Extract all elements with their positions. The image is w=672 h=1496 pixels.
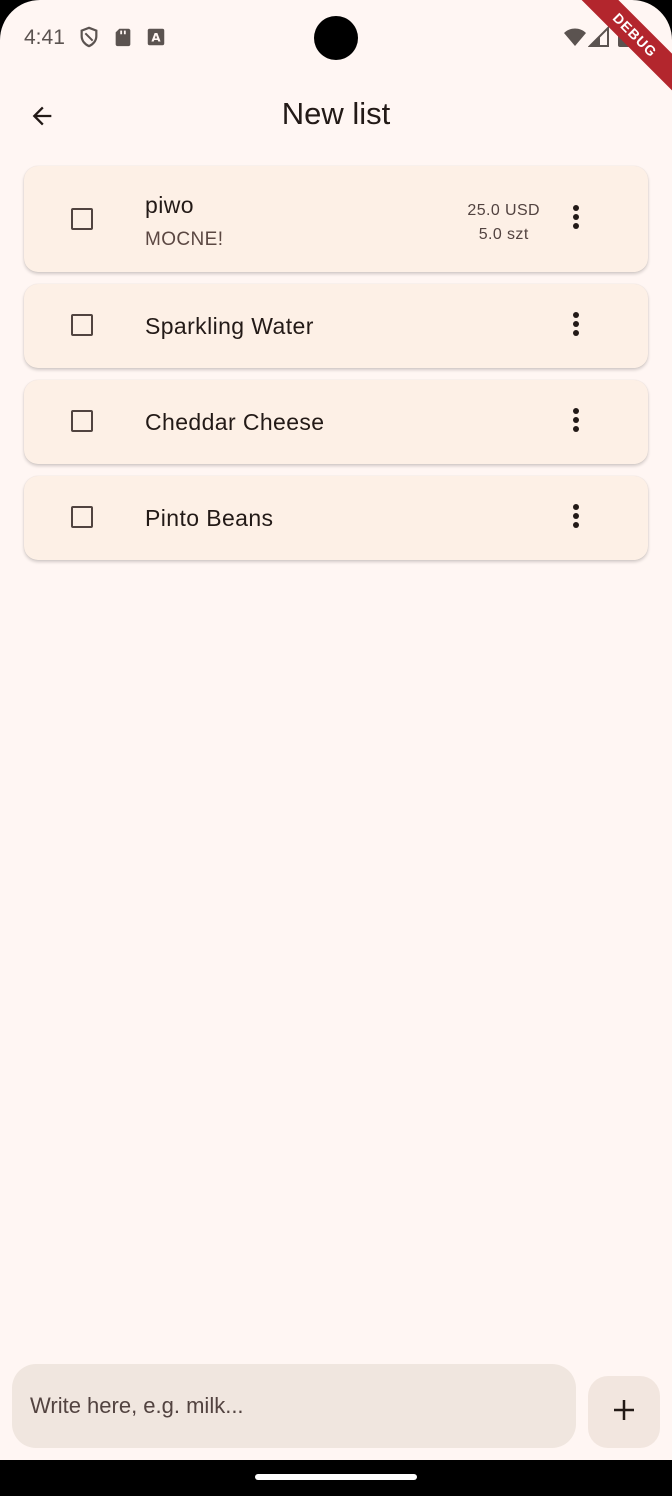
more-vert-icon [572, 311, 580, 342]
new-item-input[interactable] [12, 1364, 576, 1448]
item-note: MOCNE! [145, 229, 224, 250]
item-quantity: 5.0 szt [478, 226, 529, 243]
svg-text:A: A [151, 31, 161, 45]
front-camera [314, 16, 358, 60]
wifi-icon [563, 26, 586, 48]
home-indicator[interactable] [255, 1474, 417, 1480]
item-name: Cheddar Cheese [145, 409, 325, 435]
item-price: 25.0 USD [467, 202, 540, 219]
list-item[interactable]: Cheddar Cheese [24, 380, 648, 464]
new-item-field[interactable] [12, 1364, 576, 1448]
more-vert-icon [572, 204, 580, 235]
signal-icon [587, 25, 610, 48]
item-meta: 25.0 USD 5.0 szt [467, 199, 540, 247]
page-title: New list [281, 96, 391, 131]
sd-card-icon [112, 26, 134, 48]
app-screen: 4:41 A DEBUG New list piwo MOCNE! 25.0 U… [0, 0, 672, 1460]
shield-icon [78, 26, 100, 48]
debug-banner: DEBUG [565, 0, 672, 105]
keyboard-a-icon: A [145, 26, 167, 48]
more-options-button[interactable] [560, 310, 592, 342]
more-options-button[interactable] [560, 203, 592, 235]
list-item[interactable]: Pinto Beans [24, 476, 648, 560]
more-options-button[interactable] [560, 502, 592, 534]
more-vert-icon [572, 407, 580, 438]
plus-icon [609, 1395, 639, 1430]
item-checkbox[interactable] [71, 410, 93, 432]
more-options-button[interactable] [560, 406, 592, 438]
item-name: Pinto Beans [145, 505, 274, 531]
item-name: Sparkling Water [145, 313, 314, 339]
list-item[interactable]: Sparkling Water [24, 284, 648, 368]
shopping-list: piwo MOCNE! 25.0 USD 5.0 szt Sparkling W… [24, 166, 648, 572]
item-checkbox[interactable] [71, 208, 93, 230]
item-checkbox[interactable] [71, 506, 93, 528]
list-item[interactable]: piwo MOCNE! 25.0 USD 5.0 szt [24, 166, 648, 272]
item-checkbox[interactable] [71, 314, 93, 336]
status-time: 4:41 [24, 26, 65, 49]
more-vert-icon [572, 503, 580, 534]
add-item-button[interactable] [588, 1376, 660, 1448]
item-name: piwo [145, 192, 194, 218]
